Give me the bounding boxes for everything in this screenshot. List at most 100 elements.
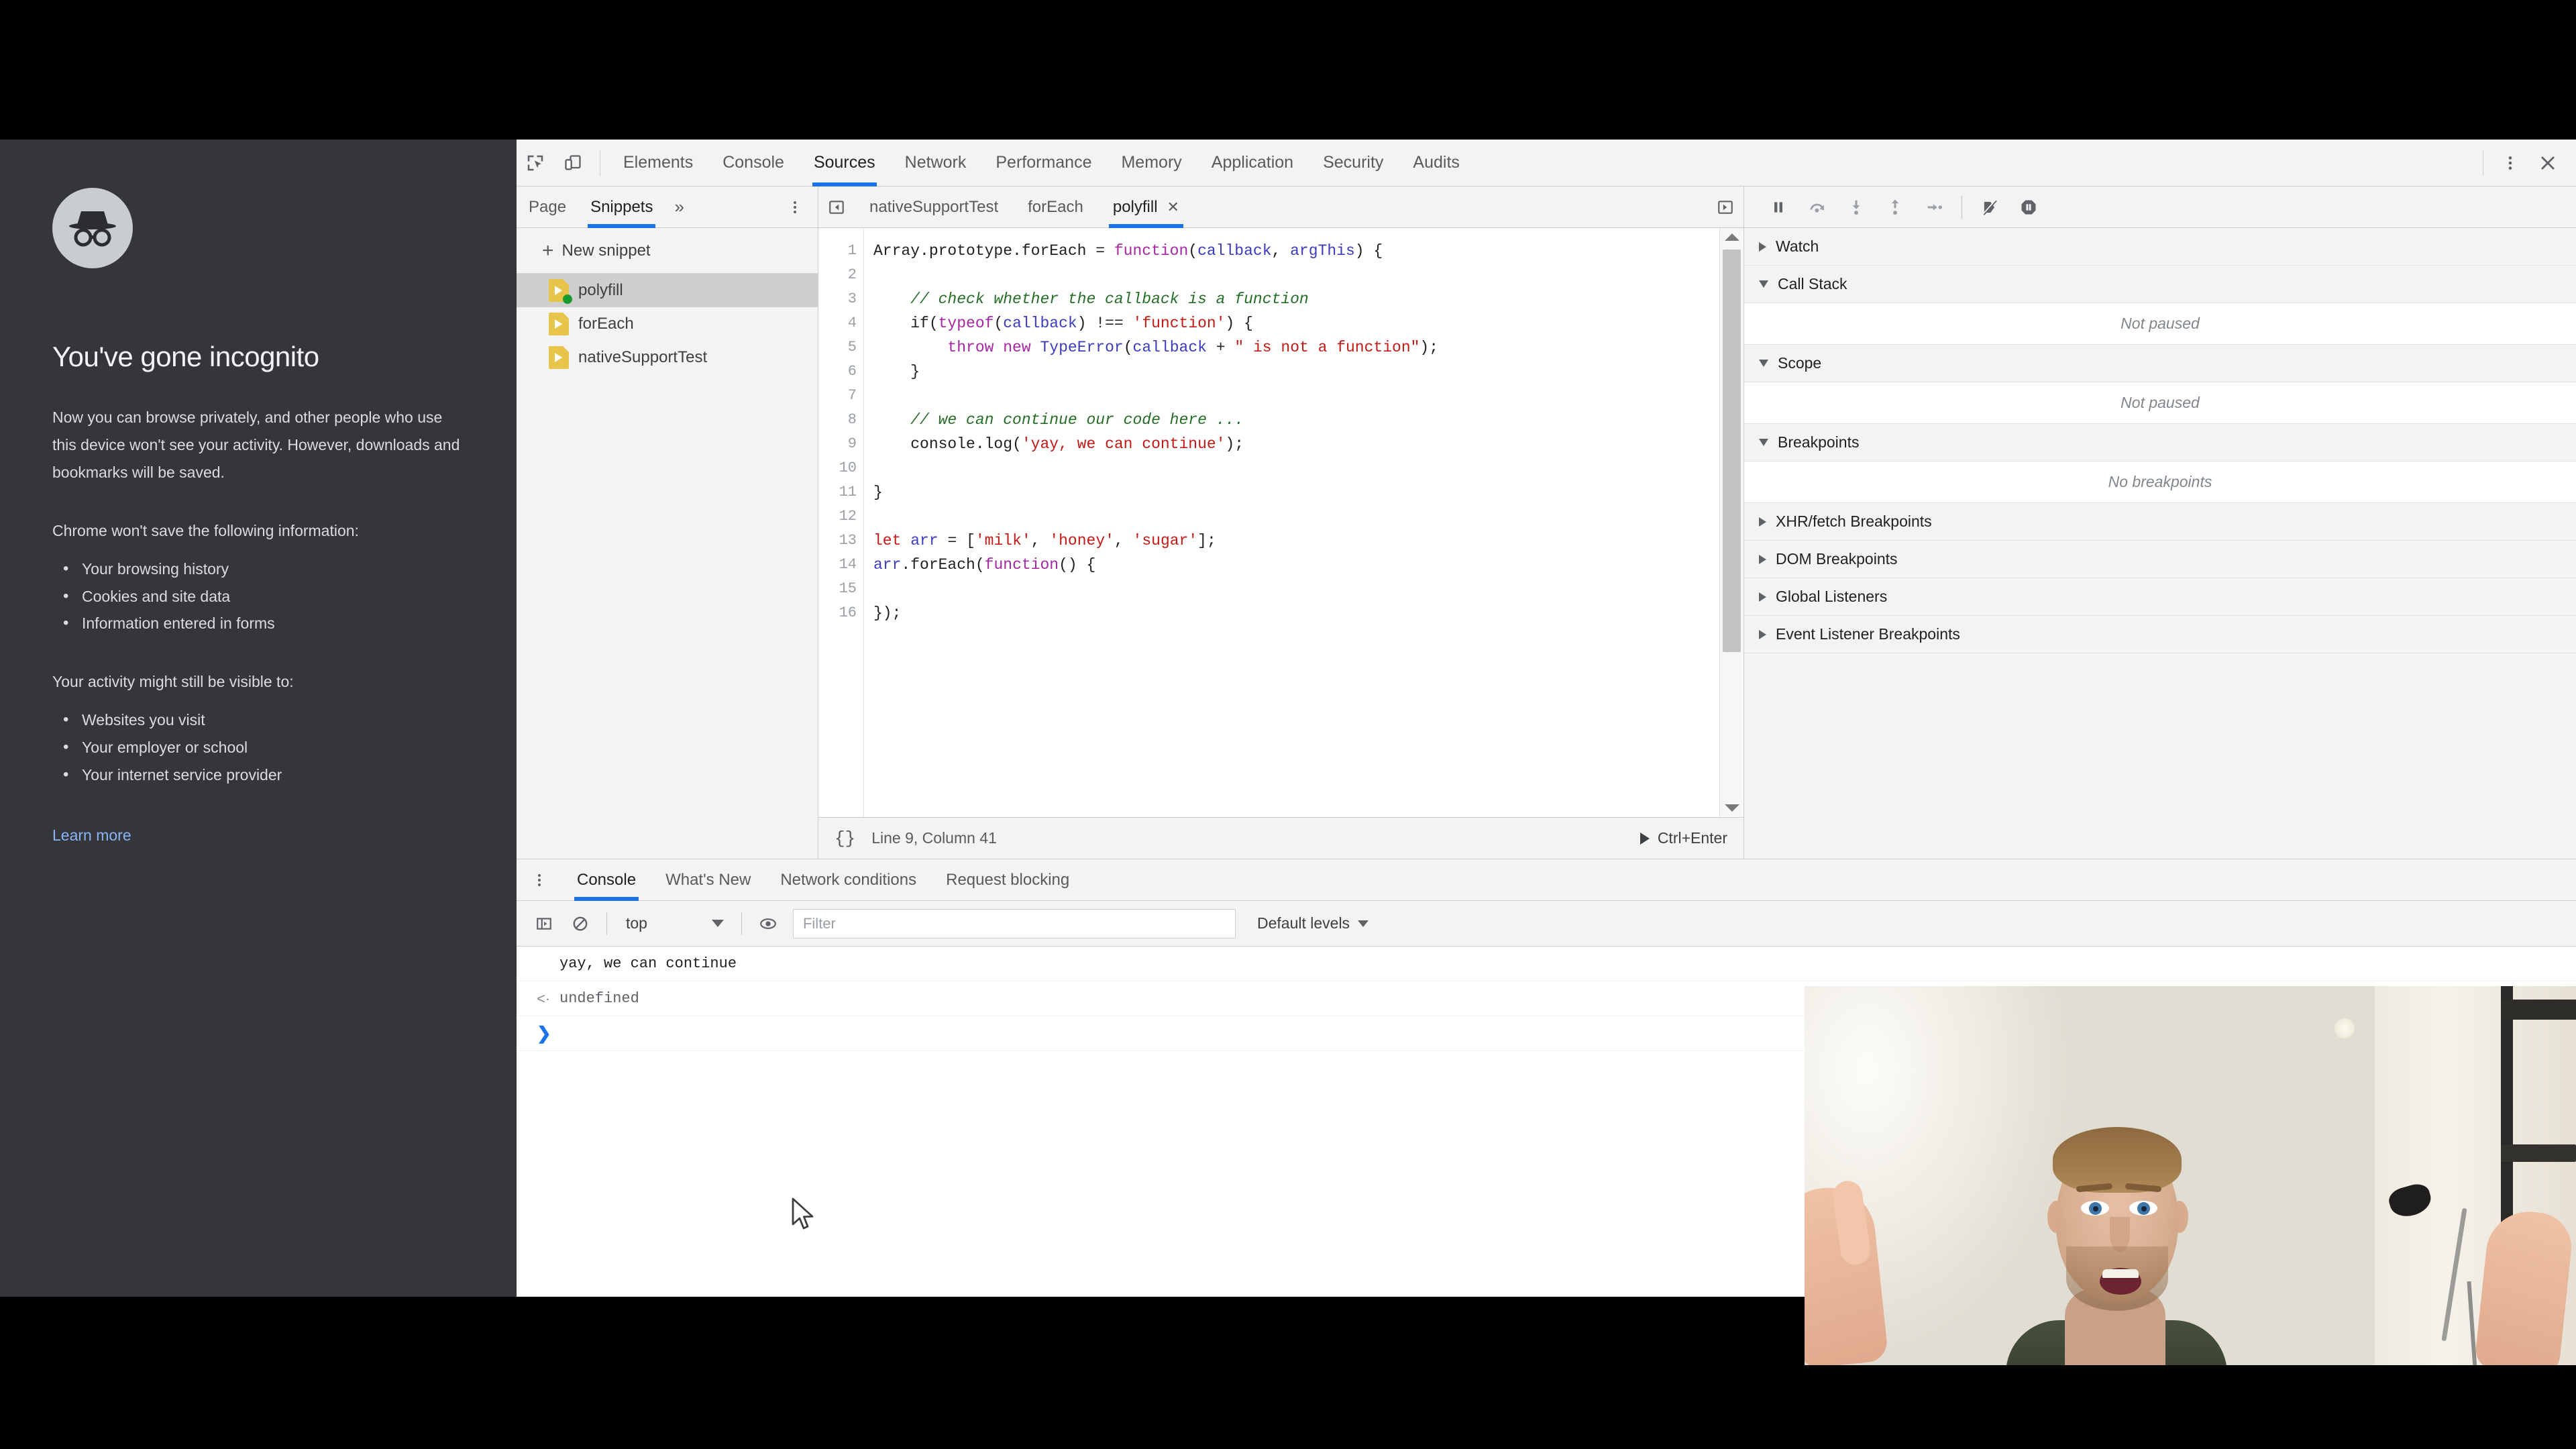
close-icon[interactable] xyxy=(2529,144,2567,182)
debugger-section-scope[interactable]: Scope xyxy=(1744,345,2576,382)
kebab-menu-icon[interactable] xyxy=(2491,144,2529,182)
wont-save-heading: Chrome won't save the following informat… xyxy=(52,521,359,539)
incognito-description: Now you can browse privately, and other … xyxy=(52,409,460,481)
debugger-section-call-stack[interactable]: Call Stack xyxy=(1744,266,2576,303)
tab-security[interactable]: Security xyxy=(1308,140,1398,186)
line-number: 2 xyxy=(847,266,857,283)
call-stack-empty-text: Not paused xyxy=(1744,303,2576,345)
close-icon[interactable]: ✕ xyxy=(1167,199,1179,216)
device-toolbar-icon[interactable] xyxy=(554,144,592,182)
tab-memory[interactable]: Memory xyxy=(1106,140,1196,186)
source-code[interactable]: Array.prototype.forEach = function(callb… xyxy=(864,228,1719,817)
pretty-print-icon[interactable]: {} xyxy=(835,828,855,849)
console-toolbar: top Default levels xyxy=(517,901,2576,947)
console-message-text: yay, we can continue xyxy=(559,955,737,972)
line-number: 13 xyxy=(839,532,857,549)
run-snippet-button[interactable]: Ctrl+Enter xyxy=(1640,829,1727,847)
list-item: Your employer or school xyxy=(52,733,464,762)
snippet-file-icon xyxy=(549,279,572,304)
new-snippet-label: New snippet xyxy=(561,241,651,260)
console-filter-box[interactable] xyxy=(792,908,1236,938)
tab-application[interactable]: Application xyxy=(1197,140,1308,186)
debugger-section-watch[interactable]: Watch xyxy=(1744,228,2576,266)
step-over-icon[interactable] xyxy=(1798,188,1837,227)
tab-performance[interactable]: Performance xyxy=(981,140,1106,186)
line-number: 8 xyxy=(847,411,857,428)
navigator-sidebar: Page Snippets » + New snippet polyfill f… xyxy=(517,186,818,859)
tab-sources[interactable]: Sources xyxy=(799,140,890,186)
console-context-selector[interactable]: top xyxy=(615,914,658,932)
editor-scrollbar[interactable] xyxy=(1719,228,1743,817)
drawer-tab-whats-new[interactable]: What's New xyxy=(651,859,765,901)
learn-more-link[interactable]: Learn more xyxy=(52,826,131,845)
step-icon[interactable] xyxy=(1915,188,1953,227)
snippet-item-foreach[interactable]: forEach xyxy=(517,307,818,341)
wont-save-list: Your browsing history Cookies and site d… xyxy=(52,555,464,639)
editor-tab-polyfill[interactable]: polyfill ✕ xyxy=(1098,186,1194,228)
pause-icon[interactable] xyxy=(1759,188,1798,227)
console-log-levels-dropdown[interactable]: Default levels xyxy=(1256,914,1369,932)
debugger-section-global-listeners[interactable]: Global Listeners xyxy=(1744,578,2576,616)
divider xyxy=(741,912,742,935)
log-levels-label: Default levels xyxy=(1256,914,1350,932)
scroll-down-arrow-icon[interactable] xyxy=(1724,804,1739,812)
console-sidebar-icon[interactable] xyxy=(526,906,562,942)
pause-on-exceptions-icon[interactable] xyxy=(2009,188,2048,227)
editor-tab-bar: nativeSupportTest forEach polyfill ✕ xyxy=(818,186,1743,228)
drawer-tab-console[interactable]: Console xyxy=(562,859,651,901)
tab-elements[interactable]: Elements xyxy=(608,140,708,186)
drawer-tab-request-blocking[interactable]: Request blocking xyxy=(931,859,1084,901)
visible-to-heading: Your activity might still be visible to: xyxy=(52,673,294,691)
live-expression-icon[interactable] xyxy=(750,906,786,942)
scroll-up-arrow-icon[interactable] xyxy=(1724,233,1739,241)
tab-network[interactable]: Network xyxy=(890,140,981,186)
debugger-empty-area xyxy=(1744,653,2576,859)
debugger-section-xhr-breakpoints[interactable]: XHR/fetch Breakpoints xyxy=(1744,503,2576,541)
editor-status-bar: {} Line 9, Column 41 Ctrl+Enter xyxy=(818,817,1743,859)
webcam-overlay xyxy=(1805,986,2576,1365)
navigator-tab-page[interactable]: Page xyxy=(517,186,578,228)
debugger-section-dom-breakpoints[interactable]: DOM Breakpoints xyxy=(1744,541,2576,578)
debugger-section-breakpoints[interactable]: Breakpoints xyxy=(1744,424,2576,462)
editor-tab-nativesupporttest[interactable]: nativeSupportTest xyxy=(855,186,1013,228)
step-into-icon[interactable] xyxy=(1837,188,1876,227)
tab-audits[interactable]: Audits xyxy=(1398,140,1474,186)
chevron-down-icon xyxy=(1759,360,1768,367)
line-number: 1 xyxy=(847,242,857,259)
sources-panel: Page Snippets » + New snippet polyfill f… xyxy=(517,186,2576,859)
deactivate-breakpoints-icon[interactable] xyxy=(1970,188,2009,227)
drawer-tab-network-conditions[interactable]: Network conditions xyxy=(765,859,931,901)
chevron-down-icon[interactable] xyxy=(711,920,724,927)
navigator-tab-snippets[interactable]: Snippets xyxy=(578,186,665,228)
section-label: Watch xyxy=(1776,237,1819,255)
console-filter-input[interactable] xyxy=(802,914,1226,932)
list-item: Your internet service provider xyxy=(52,761,464,790)
debugger-section-event-listener-breakpoints[interactable]: Event Listener Breakpoints xyxy=(1744,616,2576,653)
clear-console-icon[interactable] xyxy=(562,906,598,942)
panel-collapse-left-icon[interactable] xyxy=(818,186,855,228)
line-number: 5 xyxy=(847,339,857,356)
snippet-item-polyfill[interactable]: polyfill xyxy=(517,274,818,307)
incognito-new-tab-page: You've gone incognito Now you can browse… xyxy=(0,140,517,1297)
step-out-icon[interactable] xyxy=(1876,188,1915,227)
panel-collapse-right-icon[interactable] xyxy=(1707,186,1743,228)
page-title: You've gone incognito xyxy=(52,341,319,372)
console-result-text: undefined xyxy=(559,990,639,1007)
kebab-menu-icon[interactable] xyxy=(772,199,818,215)
line-number: 14 xyxy=(839,556,857,573)
editor-tab-foreach[interactable]: forEach xyxy=(1013,186,1098,228)
inspect-element-icon[interactable] xyxy=(517,144,554,182)
new-snippet-button[interactable]: + New snippet xyxy=(517,228,818,274)
scrollbar-thumb[interactable] xyxy=(1723,250,1741,652)
section-label: Breakpoints xyxy=(1778,433,1860,451)
chevron-double-right-icon[interactable]: » xyxy=(665,197,693,217)
editor-body[interactable]: 1 2 3 4 5 6 7 8 9 10 11 12 13 14 15 16 A… xyxy=(818,228,1743,817)
chevron-right-icon xyxy=(1759,629,1766,639)
kebab-menu-icon[interactable] xyxy=(517,872,562,888)
console-message-log: yay, we can continue xyxy=(517,947,2576,981)
tab-console[interactable]: Console xyxy=(708,140,799,186)
line-number: 16 xyxy=(839,604,857,621)
snippet-file-icon xyxy=(549,313,569,335)
snippet-item-nativesupporttest[interactable]: nativeSupportTest xyxy=(517,341,818,374)
section-label: Call Stack xyxy=(1778,275,1847,292)
